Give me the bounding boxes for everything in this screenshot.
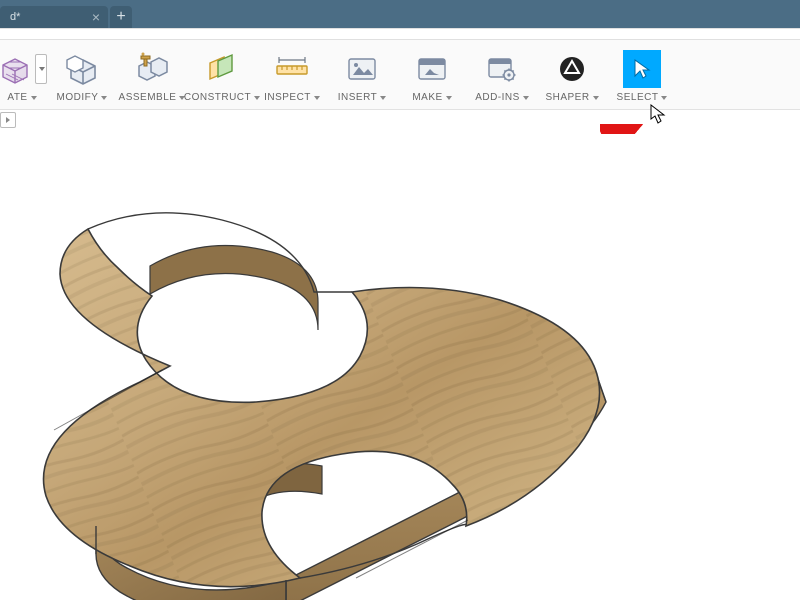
new-tab-button[interactable]: + [110,6,132,28]
ribbon-select-label: SELECT [617,92,659,103]
document-tab-label: d* [10,6,20,28]
addins-gear-icon [483,50,521,88]
ribbon-make-label: MAKE [412,92,442,103]
ribbon-addins-label: ADD-INS [475,92,520,103]
chevron-down-icon [593,96,599,100]
chevron-down-icon [101,96,107,100]
ribbon-create-extra-dropdown[interactable] [35,54,47,84]
select-cursor-icon [623,50,661,88]
ribbon-make[interactable]: MAKE [400,50,464,107]
chevron-down-icon [380,96,386,100]
ribbon-create[interactable]: ATE [0,50,44,107]
ribbon-assemble-label: ASSEMBLE [119,92,177,103]
ribbon-assemble[interactable]: ASSEMBLE [120,50,184,107]
insert-image-icon [343,50,381,88]
assemble-icon [133,50,171,88]
cube-create-icon [0,50,47,88]
chevron-down-icon [661,96,667,100]
ribbon-shaper[interactable]: SHAPER [540,50,604,107]
ribbon-inspect-label: INSPECT [264,92,311,103]
ribbon-create-label: ATE [7,92,27,103]
modify-box-icon [63,50,101,88]
ribbon-shaper-label: SHAPER [545,92,589,103]
chevron-down-icon [446,96,452,100]
shaper-origin-icon [553,50,591,88]
ribbon-insert-label: INSERT [338,92,378,103]
history-forward-chip[interactable] [0,112,16,128]
ribbon-modify[interactable]: MODIFY [50,50,114,107]
ribbon-modify-label: MODIFY [57,92,99,103]
make-print-icon [413,50,451,88]
ribbon-insert[interactable]: INSERT [330,50,394,107]
viewport-3d[interactable] [0,134,800,600]
ribbon-inspect[interactable]: INSPECT [260,50,324,107]
model-wood-bracket [0,134,800,600]
tab-strip: d* × + [0,0,800,28]
ribbon-select[interactable]: SELECT [610,50,674,107]
document-tab-active[interactable]: d* × [0,6,108,28]
tab-strip-border [0,28,800,40]
breadcrumb-row [0,110,800,128]
ribbon-construct-label: CONSTRUCT [184,92,251,103]
ribbon-addins[interactable]: ADD-INS [470,50,534,107]
ribbon-toolbar: ATE MODIFY [0,40,800,110]
close-icon[interactable]: × [92,10,100,24]
ribbon-construct[interactable]: CONSTRUCT [190,50,254,107]
chevron-down-icon [31,96,37,100]
construct-planes-icon [203,50,241,88]
chevron-down-icon [523,96,529,100]
inspect-ruler-icon [273,50,311,88]
chevron-down-icon [314,96,320,100]
